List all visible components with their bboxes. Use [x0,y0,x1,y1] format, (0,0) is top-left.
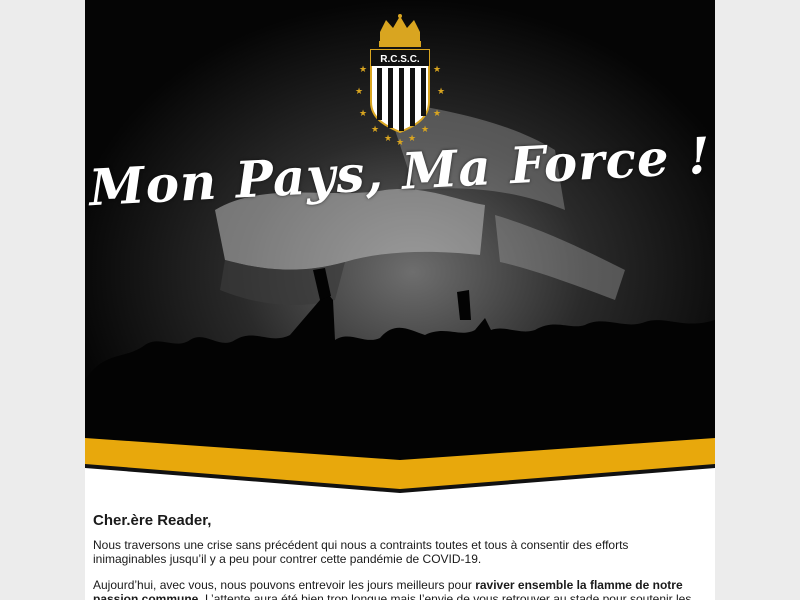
svg-text:★: ★ [421,125,429,135]
hero-banner: R.C.S.C. ★ ★ ★ ★ ★ ★ ★ ★ ★ ★ ★ Mon Pays, Ma F… [85,0,715,495]
letter-body: Cher.ère Reader, Nous traversons une cri… [93,512,693,600]
email-container: R.C.S.C. ★ ★ ★ ★ ★ ★ ★ ★ ★ ★ ★ Mon Pays, Ma F… [85,0,715,600]
club-crest-logo: R.C.S.C. ★ ★ ★ ★ ★ ★ ★ ★ ★ ★ ★ [355,14,445,146]
svg-text:★: ★ [437,87,445,97]
svg-text:★: ★ [433,109,441,119]
svg-text:★: ★ [359,109,367,119]
greeting: Cher.ère Reader, [93,512,212,529]
svg-text:★: ★ [433,65,441,75]
paragraph-2: Aujourd’hui, avec vous, nous pouvons ent… [93,578,693,600]
svg-text:R.C.S.C.: R.C.S.C. [380,54,420,65]
svg-text:★: ★ [355,87,363,97]
paragraph-2-tail: . L’attente aura été bien trop longue ma… [198,592,692,600]
paragraph-2-lead: Aujourd’hui, avec vous, nous pouvons ent… [93,578,476,592]
svg-text:★: ★ [371,125,379,135]
paragraph-1: Nous traversons une crise sans précédent… [93,538,629,566]
svg-text:★: ★ [359,65,367,75]
